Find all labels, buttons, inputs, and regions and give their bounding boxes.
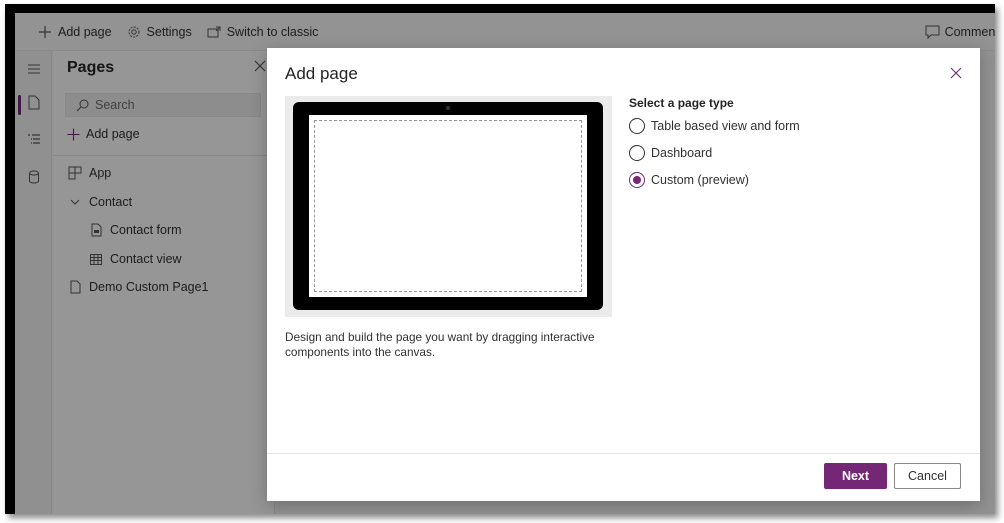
radio-button[interactable] [629,145,645,161]
radio-label: Custom (preview) [651,173,749,187]
page-type-description: Design and build the page you want by dr… [285,330,595,359]
close-icon [950,66,962,83]
radio-button-selected[interactable] [629,172,645,188]
tablet-screen [309,115,587,297]
dialog-close-button[interactable] [950,66,964,80]
cancel-button[interactable]: Cancel [894,463,961,489]
tablet-illustration [293,102,603,310]
radio-custom[interactable]: Custom (preview) [629,172,749,188]
dialog-title: Add page [285,64,358,83]
app-screen: Add page Settings Switch to classic Comm… [15,13,995,514]
radio-button[interactable] [629,118,645,134]
add-page-dialog: Add page Design and build the page you w… [267,48,980,501]
page-type-preview [285,96,612,317]
footer-divider [267,453,980,454]
radio-dashboard[interactable]: Dashboard [629,145,712,161]
radio-table-based[interactable]: Table based view and form [629,118,800,134]
screenshot-frame: Add page Settings Switch to classic Comm… [5,4,995,514]
page-type-label: Select a page type [629,96,734,110]
next-button[interactable]: Next [824,463,887,489]
tablet-camera [446,106,450,110]
canvas-placeholder [314,120,582,292]
radio-label: Table based view and form [651,119,800,133]
radio-label: Dashboard [651,146,713,160]
